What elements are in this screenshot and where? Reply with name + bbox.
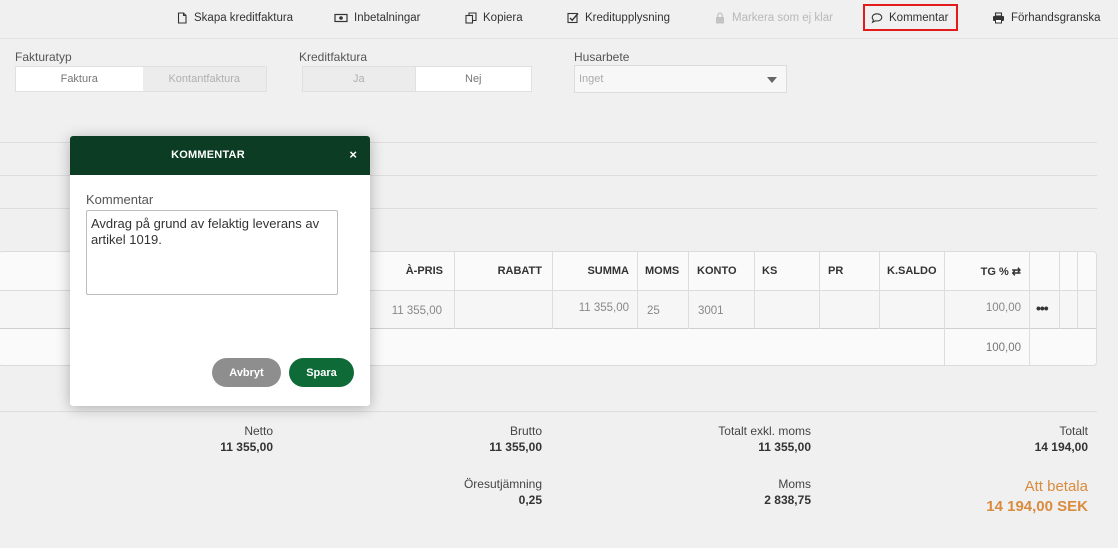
- credit-invoice-label: Kreditfaktura: [299, 50, 368, 64]
- payments-button[interactable]: Inbetalningar: [330, 5, 425, 31]
- col-header-summa: SUMMA: [587, 265, 629, 277]
- comment-field-label: Kommentar: [86, 192, 154, 207]
- invoice-type-label: Fakturatyp: [15, 50, 72, 64]
- col-divider: [879, 252, 880, 329]
- document-icon: [176, 12, 188, 24]
- credit-invoice-nej[interactable]: Nej: [414, 67, 531, 91]
- mark-not-done-button[interactable]: Markera som ej klar: [710, 5, 837, 31]
- amount-due-label: Att betala: [1024, 478, 1088, 495]
- cell-moms[interactable]: 25: [647, 305, 660, 317]
- comment-textarea[interactable]: Avdrag på grund av felaktig leverans av …: [86, 210, 338, 295]
- amount-due-value: 14 194,00 SEK: [986, 498, 1088, 515]
- cell-tg[interactable]: 100,00: [959, 302, 1021, 314]
- col-divider: [1059, 252, 1060, 329]
- copy-button[interactable]: Kopiera: [461, 5, 527, 31]
- col-header-ksaldo: K.SALDO: [887, 265, 937, 277]
- divider: [0, 411, 1097, 412]
- col-divider: [688, 252, 689, 329]
- rounding-label: Öresutjämning: [463, 477, 542, 491]
- house-work-select[interactable]: Inget: [574, 65, 787, 93]
- chevron-down-icon: [767, 77, 777, 83]
- checkbox-icon: [567, 12, 579, 24]
- comment-button[interactable]: Kommentar: [863, 4, 959, 31]
- invoice-type-toggle: Faktura Kontantfaktura: [15, 66, 267, 92]
- vat-value: 2 838,75: [764, 493, 811, 507]
- total-excl-vat-value: 11 355,00: [758, 440, 811, 454]
- close-icon[interactable]: ×: [349, 148, 357, 162]
- comment-icon: [871, 12, 883, 24]
- cancel-button[interactable]: Avbryt: [212, 358, 281, 387]
- netto-label: Netto: [244, 424, 273, 438]
- row-menu-icon[interactable]: •••: [1036, 300, 1049, 316]
- invoice-type-faktura[interactable]: Faktura: [16, 67, 143, 91]
- col-divider: [552, 252, 553, 329]
- toolbar: Skapa kreditfaktura Inbetalningar Kopier…: [0, 0, 1118, 38]
- save-button[interactable]: Spara: [289, 358, 354, 387]
- col-header-tg[interactable]: TG % ⇄: [959, 252, 1021, 290]
- credit-check-button[interactable]: Kreditupplysning: [563, 5, 674, 31]
- total-excl-vat-label: Totalt exkl. moms: [718, 424, 811, 438]
- col-header-apris: À-PRIS: [405, 265, 443, 277]
- credit-check-label: Kreditupplysning: [585, 12, 671, 24]
- preview-button[interactable]: Förhandsgranska: [988, 5, 1105, 31]
- toolbar-divider: [0, 38, 1118, 39]
- create-credit-invoice-label: Skapa kreditfaktura: [194, 12, 294, 24]
- vat-label: Moms: [778, 477, 811, 491]
- brutto-value: 11 355,00: [489, 440, 542, 454]
- house-work-value: Inget: [579, 73, 604, 85]
- total-label: Totalt: [1059, 424, 1088, 438]
- col-header-pr: PR: [828, 265, 844, 277]
- col-header-ks: KS: [762, 265, 778, 277]
- credit-invoice-ja[interactable]: Ja: [303, 67, 415, 91]
- col-divider: [454, 252, 455, 329]
- lock-icon: [714, 12, 726, 24]
- col-divider: [754, 252, 755, 329]
- col-divider: [944, 252, 945, 365]
- cell-apris[interactable]: 11 355,00: [379, 305, 442, 317]
- invoice-type-kontantfaktura[interactable]: Kontantfaktura: [142, 67, 266, 91]
- col-divider: [637, 252, 638, 329]
- netto-value: 11 355,00: [220, 440, 273, 454]
- cell-summa[interactable]: 11 355,00: [544, 302, 629, 314]
- col-header-rabatt: RABATT: [497, 265, 542, 277]
- footer-tg-total: 100,00: [985, 342, 1021, 354]
- printer-icon: [992, 12, 1005, 24]
- col-header-moms: MOMS: [645, 265, 680, 277]
- modal-title: KOMMENTAR: [171, 149, 245, 161]
- col-header-konto: KONTO: [697, 265, 737, 277]
- house-work-label: Husarbete: [574, 50, 630, 64]
- mark-not-done-label: Markera som ej klar: [732, 12, 833, 24]
- comment-modal: KOMMENTAR × Kommentar Avdrag på grund av…: [70, 136, 370, 406]
- cell-konto[interactable]: 3001: [698, 305, 724, 317]
- col-divider: [1029, 252, 1030, 365]
- rounding-value: 0,25: [518, 493, 542, 507]
- payments-label: Inbetalningar: [354, 12, 421, 24]
- credit-invoice-toggle: Ja Nej: [302, 66, 532, 92]
- modal-header: KOMMENTAR ×: [70, 136, 370, 175]
- col-divider: [819, 252, 820, 329]
- col-divider: [1077, 252, 1078, 329]
- create-credit-invoice-button[interactable]: Skapa kreditfaktura: [172, 5, 297, 31]
- preview-label: Förhandsgranska: [1011, 12, 1101, 24]
- comment-label: Kommentar: [889, 11, 949, 24]
- copy-label: Kopiera: [483, 12, 523, 24]
- copy-icon: [465, 12, 477, 24]
- total-value: 14 194,00: [1034, 440, 1088, 454]
- money-icon: [334, 12, 348, 24]
- brutto-label: Brutto: [509, 424, 542, 438]
